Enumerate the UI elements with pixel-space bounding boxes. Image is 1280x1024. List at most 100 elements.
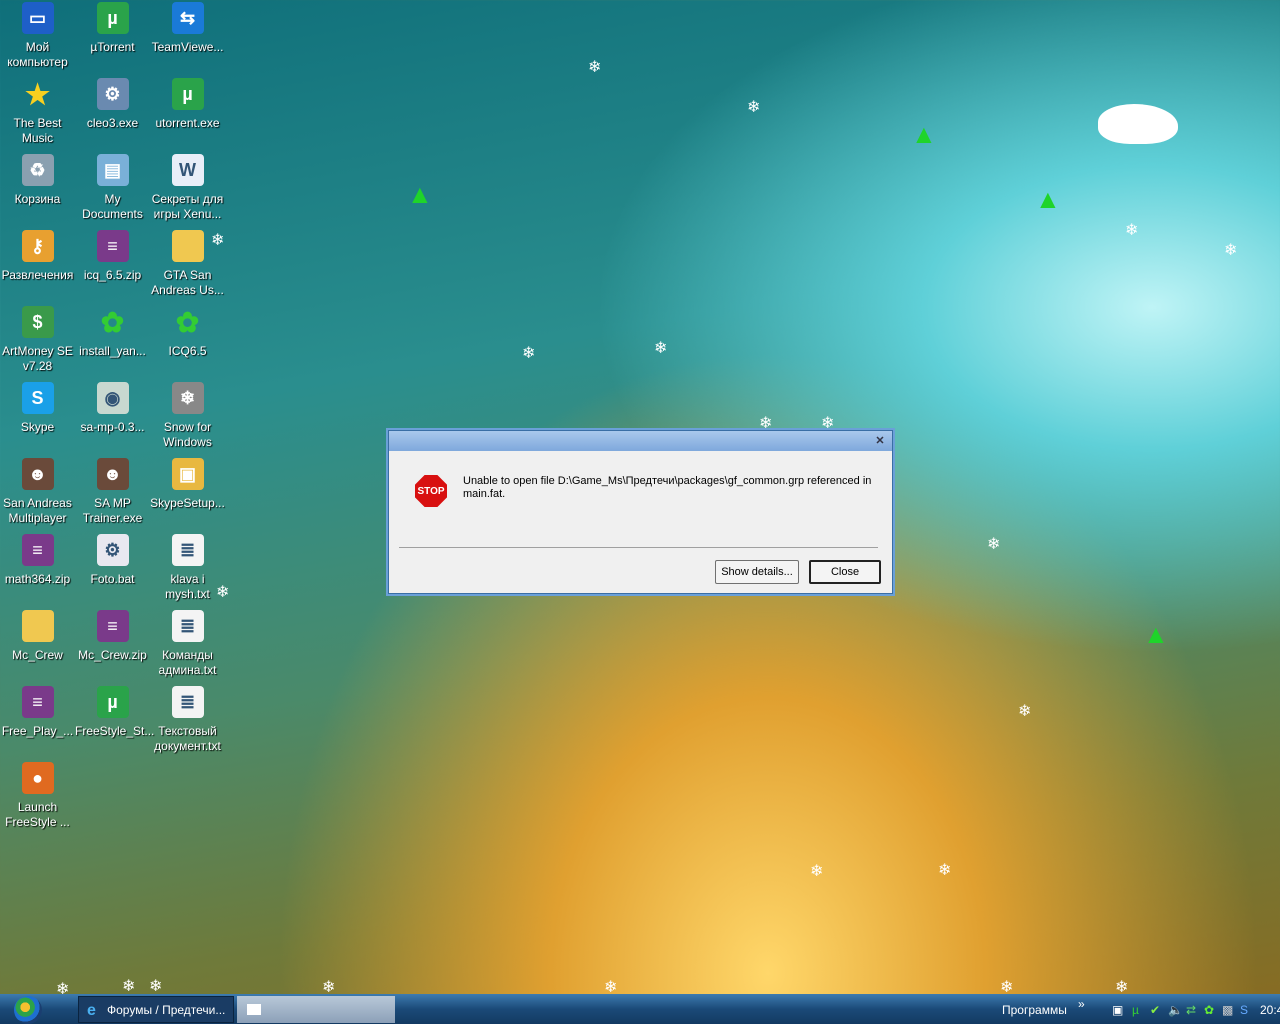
snowflake-icon: ❄ [1125, 222, 1139, 239]
christmas-tree-icon: ▲ [911, 119, 937, 149]
desktop-icon-label: Корзина [14, 192, 61, 206]
utorrent-tray-icon[interactable]: µ [1132, 1003, 1139, 1017]
error-message: Unable to open file D:\Game_Ms\Предтечи\… [463, 475, 872, 500]
divider [399, 547, 878, 548]
desktop-icon[interactable]: ☻ SA MP Trainer.exe [75, 456, 150, 526]
desktop-icon[interactable]: ≡ Free_Play_... [0, 684, 75, 739]
icq-flower-icon: ✿ [175, 306, 200, 338]
desktop-icon-label: Мой компьютер [7, 40, 68, 69]
winrar-archive-icon: ≡ [96, 230, 129, 262]
skype-icon: S [21, 382, 54, 414]
close-button[interactable]: Close [809, 560, 881, 584]
desktop-icon-label: Развлечения [1, 268, 74, 282]
desktop-icon[interactable]: ◉ sa-mp-0.3... [75, 380, 150, 435]
desktop-icon-label: utorrent.exe [155, 116, 220, 130]
snowflake-icon: ❄ [938, 862, 952, 879]
icq-tray-icon[interactable]: ✿ [1204, 1003, 1214, 1017]
desktop-icon[interactable]: $ ArtMoney SE v7.28 [0, 304, 75, 374]
desktop-icon[interactable]: ≡ math364.zip [0, 532, 75, 587]
text-file-icon: ≣ [171, 686, 204, 718]
desktop-icon[interactable]: µ utorrent.exe [150, 76, 225, 131]
desktop-icon[interactable]: ≡ Mc_Crew.zip [75, 608, 150, 663]
security-shield-icon[interactable]: ✔ [1150, 1003, 1160, 1017]
word-document-icon: W [171, 154, 204, 186]
utorrent-icon: µ [96, 686, 129, 718]
setup-box-icon: ▣ [171, 458, 204, 490]
desktop-icon-label: Snow for Windows [163, 420, 212, 449]
desktop-icon[interactable]: µ µTorrent [75, 0, 150, 55]
polar-bear-icon [1098, 104, 1178, 144]
desktop-icon[interactable]: ❄ Snow for Windows [150, 380, 225, 450]
desktop-icon[interactable]: µ FreeStyle_St... [75, 684, 154, 739]
text-file-icon: ≣ [171, 610, 204, 642]
network-icon[interactable]: ▣ [1112, 1003, 1123, 1017]
christmas-tree-icon: ▲ [1143, 619, 1169, 649]
desktop-icon[interactable]: ≡ icq_6.5.zip [75, 228, 150, 283]
installer-icon: ⚙ [96, 78, 129, 110]
desktop-icon[interactable]: ⚙ Foto.bat [75, 532, 150, 587]
snow-tray-icon[interactable]: ▩ [1222, 1003, 1233, 1017]
desktop-icon[interactable]: ☻ San Andreas Multiplayer [0, 456, 75, 526]
dialog-titlebar[interactable] [389, 431, 892, 451]
winrar-archive-icon: ≡ [96, 610, 129, 642]
desktop-icon[interactable]: Mc_Crew [0, 608, 75, 663]
clock[interactable]: 20:45 [1260, 1003, 1280, 1017]
programs-toolbar[interactable]: Программы [1002, 1003, 1067, 1017]
desktop-icon-label: San Andreas Multiplayer [3, 496, 72, 525]
icq-flower-icon: ✿ [100, 306, 125, 338]
desktop-icon-label: My Documents [82, 192, 143, 221]
desktop-icon[interactable]: ⚙ cleo3.exe [75, 76, 150, 131]
desktop-icon[interactable]: ✿ install_yan... [75, 304, 150, 359]
desktop-icon[interactable]: ≣ klava i mysh.txt [150, 532, 225, 602]
system-tray: Программы » ▣ µ ✔ 🔈 ⇄ ✿ ▩ S 20:45 [980, 994, 1280, 1024]
desktop-icon[interactable]: ● Launch FreeStyle ... [0, 760, 75, 830]
desktop-icon-label: sa-mp-0.3... [80, 420, 145, 434]
desktop-icon[interactable]: W Секреты для игры Xenu... [150, 152, 225, 222]
desktop-icon-label: klava i mysh.txt [165, 572, 210, 601]
snowflake-icon: ❄ [522, 345, 536, 362]
taskbar-item-blank[interactable] [237, 996, 395, 1023]
star-icon: ★ [24, 78, 51, 110]
desktop-icon-label: Free_Play_... [1, 724, 74, 738]
desktop-icon[interactable]: ✿ ICQ6.5 [150, 304, 225, 359]
sync-icon[interactable]: ⇄ [1186, 1003, 1196, 1017]
desktop-icon[interactable]: ▣ SkypeSetup... [150, 456, 225, 511]
show-details-button[interactable]: Show details... [715, 560, 799, 584]
desktop-icon[interactable]: ⇆ TeamViewe... [150, 0, 225, 55]
taskbar-item-forums[interactable]: e Форумы / Предтечи... [78, 996, 234, 1023]
desktop-icon[interactable]: ♻ Корзина [0, 152, 75, 207]
christmas-tree-icon: ▲ [407, 179, 433, 209]
basketball-icon: ● [21, 762, 54, 794]
text-file-icon: ≣ [171, 534, 204, 566]
teamviewer-icon: ⇆ [171, 2, 204, 34]
toolbar-chevron[interactable]: » [1078, 997, 1085, 1011]
recycle-bin-icon: ♻ [21, 154, 54, 186]
artmoney-icon: $ [21, 306, 54, 338]
utorrent-icon: µ [96, 2, 129, 34]
start-button[interactable] [14, 996, 42, 1024]
desktop-icon[interactable]: ★ The Best Music [0, 76, 75, 146]
desktop-icon-label: math364.zip [4, 572, 71, 586]
desktop-icon[interactable]: ▤ My Documents [75, 152, 150, 222]
desktop-icon[interactable]: ≣ Текстовый документ.txt [150, 684, 225, 754]
desktop-icon-label: ArtMoney SE v7.28 [2, 344, 73, 373]
winrar-archive-icon: ≡ [21, 686, 54, 718]
utorrent-icon: µ [171, 78, 204, 110]
snowflake-icon: ❄ [216, 584, 230, 601]
folder-icon [21, 610, 54, 642]
snowflake-icon: ❄ [122, 978, 136, 995]
stop-icon: STOP [415, 475, 447, 507]
desktop-icon[interactable]: ⚷ Развлечения [0, 228, 75, 283]
desktop-icon[interactable]: ≣ Команды админа.txt [150, 608, 225, 678]
key-icon: ⚷ [21, 230, 54, 262]
internet-explorer-icon: e [87, 1002, 96, 1019]
desktop-icon[interactable]: S Skype [0, 380, 75, 435]
desktop-icon-label: icq_6.5.zip [83, 268, 142, 282]
skype-tray-icon[interactable]: S [1240, 1003, 1248, 1017]
close-icon[interactable]: ✕ [874, 435, 886, 447]
volume-icon[interactable]: 🔈 [1168, 1003, 1183, 1017]
desktop-icon-label: Текстовый документ.txt [154, 724, 221, 753]
snowflake-icon: ❄ [1224, 242, 1238, 259]
desktop-icon[interactable]: ▭ Мой компьютер [0, 0, 75, 70]
snowflake-icon: ❄ [654, 340, 668, 357]
